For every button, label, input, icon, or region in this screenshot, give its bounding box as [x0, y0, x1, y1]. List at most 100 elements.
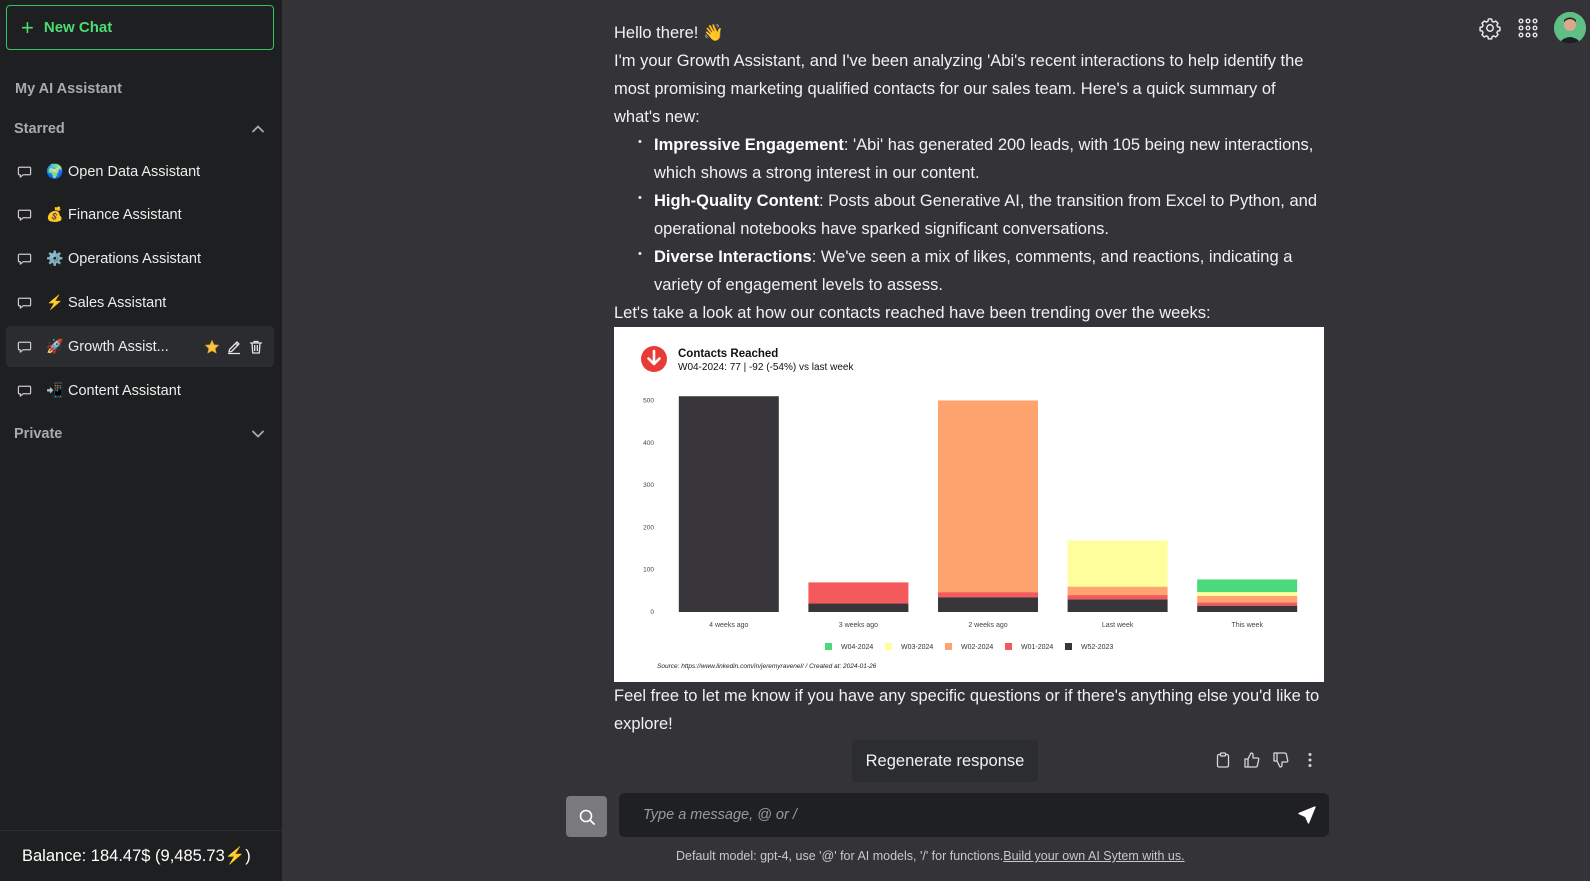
- regenerate-response-button[interactable]: Regenerate response: [852, 740, 1038, 782]
- chart-bar-segment: [1197, 605, 1298, 612]
- chart-subtitle: W04-2024: 77 | -92 (-54%) vs last week: [678, 362, 854, 373]
- footer-note: Default model: gpt-4, use '@' for AI mod…: [676, 849, 1185, 863]
- search-button[interactable]: [566, 796, 607, 837]
- chart-bar-segment: [808, 582, 909, 604]
- sidebar-item-open-data-assistant[interactable]: 🌍 Open Data Assistant: [6, 151, 274, 192]
- apps-grid-icon[interactable]: [1516, 16, 1540, 40]
- y-tick-label: 0: [650, 609, 654, 616]
- chart-legend: W04-2024 W03-2024 W02-2024 W01-2024 W52-2023: [825, 643, 1113, 651]
- starred-section-toggle[interactable]: Starred: [14, 121, 266, 137]
- chart-bar-segment: [1067, 595, 1168, 600]
- legend-label: W02-2024: [961, 644, 993, 651]
- legend-swatch: [825, 643, 832, 650]
- star-icon[interactable]: [204, 339, 220, 355]
- y-tick-label: 100: [643, 567, 654, 574]
- balance-bar: Balance: 184.47$ (9,485.73⚡): [0, 830, 282, 881]
- send-icon[interactable]: [1297, 805, 1317, 825]
- new-chat-label: New Chat: [43, 19, 113, 36]
- edit-icon[interactable]: [226, 339, 242, 355]
- y-tick-label: 400: [643, 440, 654, 447]
- message-closing: Feel free to let me know if you have any…: [614, 687, 1320, 733]
- legend-swatch: [1005, 643, 1012, 650]
- assistant-message: Hello there! 👋 I'm your Growth Assistant…: [614, 19, 1324, 327]
- sidebar-item-label: Finance Assistant: [68, 206, 182, 223]
- starred-label: Starred: [14, 121, 65, 137]
- rocket-icon: 🚀: [46, 338, 64, 354]
- list-item: Impressive Engagement: 'Abi' has generat…: [638, 128, 1324, 187]
- chart-svg: Contacts Reached W04-2024: 77 | -92 (-54…: [641, 346, 1298, 670]
- sidebar-item-label: Open Data Assistant: [68, 163, 201, 180]
- sidebar-item-label: Growth Assist...: [68, 338, 169, 355]
- sidebar-item-label: Content Assistant: [68, 382, 181, 399]
- chart-bar-segment: [808, 603, 909, 612]
- trash-icon[interactable]: [248, 339, 264, 355]
- message-actions: [1214, 751, 1319, 769]
- legend-label: W03-2024: [901, 644, 933, 651]
- private-label: Private: [14, 426, 63, 442]
- legend-swatch: [945, 643, 952, 650]
- chart-bar-segment: [938, 592, 1038, 598]
- chart-source: Source: https://www.linkedin.com/in/jere…: [657, 663, 877, 670]
- sidebar-item-growth-assistant[interactable]: 🚀 Growth Assist...: [6, 326, 274, 367]
- chart-bar-segment: [1067, 586, 1168, 596]
- chart-title: Contacts Reached: [678, 348, 778, 360]
- chart-bar-segment: [678, 396, 779, 612]
- y-tick-label: 300: [643, 482, 654, 489]
- sidebar-item-sales-assistant[interactable]: ⚡ Sales Assistant: [6, 282, 274, 323]
- legend-label: W52-2023: [1081, 644, 1113, 651]
- private-section-toggle[interactable]: Private: [14, 426, 266, 442]
- sidebar-item-finance-assistant[interactable]: 💰 Finance Assistant: [6, 194, 274, 235]
- list-item: High-Quality Content: Posts about Genera…: [638, 184, 1324, 243]
- thumbs-down-icon[interactable]: [1272, 751, 1290, 769]
- message-input-container: [619, 793, 1329, 837]
- chart-bar-segment: [1197, 592, 1298, 596]
- chart-bar-segment: [1067, 599, 1168, 612]
- sidebar-item-content-assistant[interactable]: 📲 Content Assistant: [6, 370, 274, 411]
- chat-bubble-icon: [17, 297, 32, 309]
- balance-text: Balance: 184.47$ (9,485.73⚡): [22, 847, 251, 865]
- y-tick-label: 200: [643, 524, 654, 531]
- chat-bubble-icon: [17, 385, 32, 397]
- chevron-down-icon: [252, 430, 264, 438]
- legend-label: W04-2024: [841, 644, 873, 651]
- summary-list: Impressive Engagement: 'Abi' has generat…: [638, 128, 1324, 299]
- chart-bar-segment: [1197, 602, 1298, 606]
- chart-bar-segment: [938, 400, 1038, 593]
- more-options-icon[interactable]: [1301, 751, 1319, 769]
- contacts-chart: Contacts Reached W04-2024: 77 | -92 (-54…: [614, 327, 1324, 682]
- user-avatar[interactable]: [1554, 12, 1586, 44]
- new-chat-button[interactable]: + New Chat: [6, 5, 274, 50]
- thumbs-up-icon[interactable]: [1243, 751, 1261, 769]
- footer-text: Default model: gpt-4, use '@' for AI mod…: [676, 849, 1004, 863]
- sidebar-item-label: Sales Assistant: [68, 294, 167, 311]
- build-ai-link[interactable]: Build your own AI Sytem with us.: [1003, 849, 1184, 863]
- list-item: Diverse Interactions: We've seen a mix o…: [638, 240, 1324, 299]
- settings-gear-icon[interactable]: [1478, 16, 1502, 40]
- money-bag-icon: 💰: [46, 206, 64, 222]
- chat-bubble-icon: [17, 166, 32, 178]
- copy-icon[interactable]: [1214, 751, 1232, 769]
- chat-bubble-icon: [17, 209, 32, 221]
- x-tick-label: Last week: [1102, 622, 1134, 629]
- message-input[interactable]: [643, 793, 1283, 837]
- mobile-phone-icon: 📲: [46, 382, 64, 398]
- legend-label: W01-2024: [1021, 644, 1053, 651]
- chart-bar-segment: [938, 597, 1038, 612]
- chart-bar-segment: [1067, 540, 1168, 587]
- chart-bar-segment: [1197, 579, 1298, 593]
- gear-emoji-icon: ⚙️: [46, 250, 64, 266]
- chat-bubble-icon: [17, 253, 32, 265]
- trend-down-icon: [641, 346, 667, 372]
- sidebar-item-label: Operations Assistant: [68, 250, 201, 267]
- legend-swatch: [885, 643, 892, 650]
- plus-icon: +: [21, 14, 34, 40]
- chevron-up-icon: [252, 125, 264, 133]
- sidebar-item-operations-assistant[interactable]: ⚙️ Operations Assistant: [6, 238, 274, 279]
- sidebar-heading: My AI Assistant: [15, 81, 122, 97]
- x-tick-label: 3 weeks ago: [839, 622, 878, 629]
- top-right-controls: [1478, 12, 1590, 44]
- message-greeting: Hello there! 👋: [614, 24, 724, 42]
- message-intro: I'm your Growth Assistant, and I've been…: [614, 52, 1304, 126]
- chart-bar-segment: [1197, 595, 1298, 603]
- x-tick-label: 4 weeks ago: [709, 622, 748, 629]
